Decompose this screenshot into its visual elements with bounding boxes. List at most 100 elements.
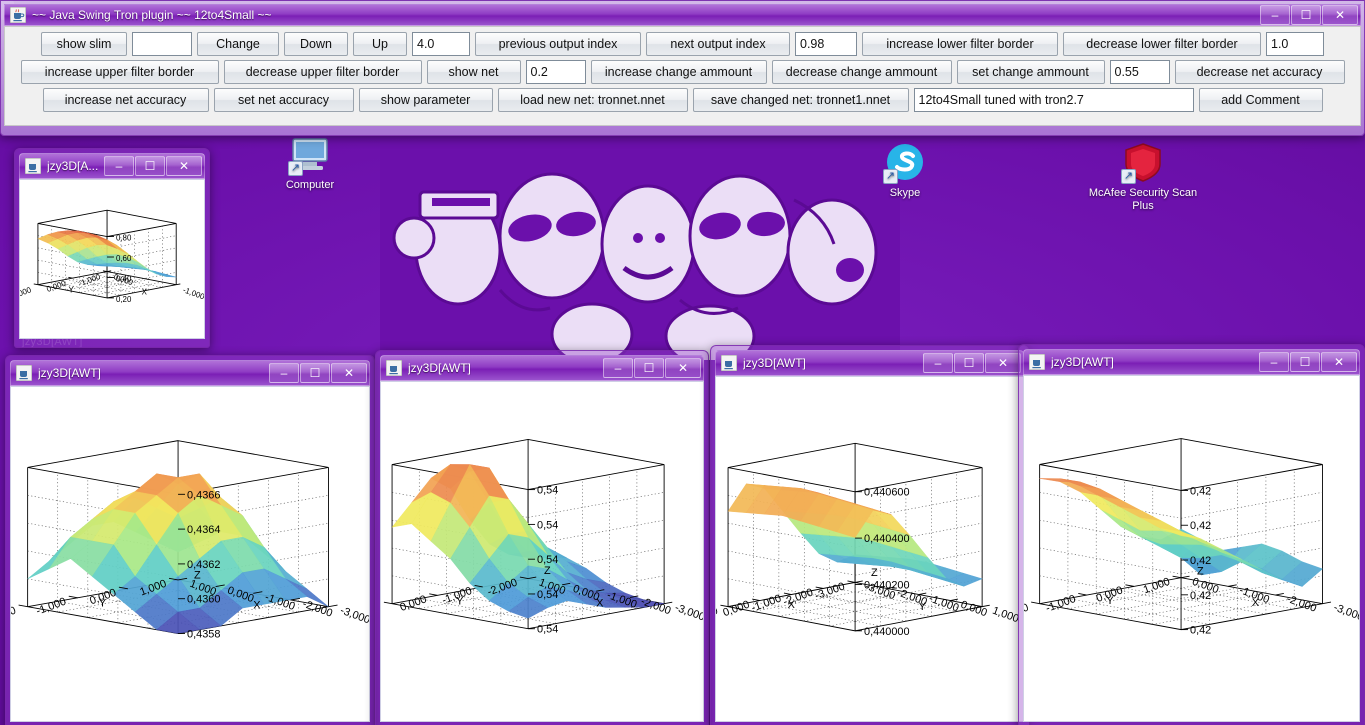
desktop-icon-label: Computer (285, 179, 335, 191)
close-button[interactable]: ✕ (1322, 5, 1358, 25)
window-controls[interactable]: – ☐ ✕ (1259, 352, 1357, 372)
minimize-button[interactable]: – (923, 353, 953, 373)
save-changed-net-button[interactable]: save changed net: tronnet1.nnet (692, 88, 909, 112)
close-button[interactable]: ✕ (985, 353, 1021, 373)
maximize-button[interactable]: ☐ (634, 358, 664, 378)
window-titlebar[interactable]: jzy3D[AWT] – ☐ ✕ (10, 360, 370, 386)
close-button[interactable]: ✕ (331, 363, 367, 383)
svg-text:X: X (253, 600, 261, 612)
maximize-button[interactable]: ☐ (300, 363, 330, 383)
computer-icon: ↗ (288, 132, 332, 176)
change-amount-field[interactable] (1109, 60, 1170, 84)
svg-text:0,440000: 0,440000 (864, 626, 910, 638)
increase-change-amount-button[interactable]: increase change ammount (590, 60, 767, 84)
next-output-index-button[interactable]: next output index (646, 32, 790, 56)
lower-filter-border-field[interactable] (1266, 32, 1324, 56)
svg-text:1,000: 1,000 (1142, 576, 1172, 597)
down-button[interactable]: Down (284, 32, 348, 56)
svg-text:-1,000: -1,000 (750, 593, 783, 615)
set-change-amount-button[interactable]: set change ammount (956, 60, 1105, 84)
load-new-net-button[interactable]: load new net: tronnet.nnet (497, 88, 688, 112)
chart-canvas-c[interactable]: 0,440600 0,440400 0,440200 0,440000 1,000 0,0… (715, 376, 1024, 722)
comment-field[interactable] (913, 88, 1194, 112)
set-net-accuracy-button[interactable]: set net accuracy (213, 88, 354, 112)
svg-text:0,000: 0,000 (959, 599, 989, 620)
output-index-field[interactable] (795, 32, 857, 56)
window-titlebar[interactable]: jzy3D[AWT] – ☐ ✕ (715, 350, 1024, 376)
desktop-icon-computer[interactable]: ↗ Computer (255, 132, 365, 192)
add-comment-button[interactable]: add Comment (1198, 88, 1323, 112)
minimize-button[interactable]: – (603, 358, 633, 378)
svg-text:0,80: 0,80 (116, 234, 132, 243)
skype-icon: ↗ (883, 140, 927, 184)
chart-canvas-d[interactable]: 0,42 0,42 0,42 0,42 0,42 -2,000 -1,000 0,000 1,0… (1023, 375, 1360, 722)
java-cup-icon (25, 158, 41, 174)
svg-text:0,54: 0,54 (537, 624, 558, 636)
window-controls[interactable]: – ☐ ✕ (269, 363, 367, 383)
svg-text:-3,000: -3,000 (673, 602, 703, 624)
chart-canvas-thumbnail[interactable]: 0,80 0,60 0,40 0,20 1,000 0,000 -1,000 -1,000 0,… (19, 179, 205, 339)
jzy3d-window-d[interactable]: jzy3D[AWT] – ☐ ✕ 0,42 0,42 0,42 0,42 0,42 -2,… (1018, 344, 1365, 725)
chart-canvas-a[interactable]: 0,4366 0,4364 0,4362 0,4360 0,4358 -2,000 -1,0… (10, 386, 370, 722)
java-swing-tron-plugin-window[interactable]: ~~ Java Swing Tron plugin ~~ 12to4Small … (0, 0, 1365, 136)
minimize-button[interactable]: – (1260, 5, 1290, 25)
increase-net-accuracy-button[interactable]: increase net accuracy (42, 88, 209, 112)
step-value-field[interactable] (412, 32, 470, 56)
chart-canvas-b[interactable]: 0,540,540,540,540,541,0000,000-1,000-2,0… (380, 381, 704, 722)
minimize-button[interactable]: – (1259, 352, 1289, 372)
svg-text:-1,000: -1,000 (182, 285, 204, 301)
window-titlebar[interactable]: jzy3D[AWT] – ☐ ✕ (1023, 349, 1360, 375)
window-titlebar[interactable]: jzy3D[AWT] – ☐ ✕ (380, 355, 704, 381)
show-slim-button[interactable]: show slim (41, 32, 127, 56)
window-title: jzy3D[AWT] (743, 356, 806, 370)
maximize-button[interactable]: ☐ (1290, 352, 1320, 372)
svg-text:Y: Y (99, 598, 107, 610)
desktop-icon-label: Skype (889, 187, 921, 199)
close-button[interactable]: ✕ (166, 156, 202, 176)
decrease-net-accuracy-button[interactable]: decrease net accuracy (1174, 60, 1345, 84)
show-net-button[interactable]: show net (426, 60, 521, 84)
window-titlebar[interactable]: jzy3D[A... – ☐ ✕ (19, 153, 205, 179)
maximize-button[interactable]: ☐ (954, 353, 984, 373)
window-controls[interactable]: – ☐ ✕ (923, 353, 1021, 373)
maximize-button[interactable]: ☐ (135, 156, 165, 176)
close-button[interactable]: ✕ (665, 358, 701, 378)
decrease-change-amount-button[interactable]: decrease change ammount (771, 60, 952, 84)
svg-text:0,440400: 0,440400 (864, 533, 910, 545)
change-button[interactable]: Change (197, 32, 279, 56)
app-window-controls[interactable]: – ☐ ✕ (1260, 5, 1358, 25)
app-titlebar[interactable]: ~~ Java Swing Tron plugin ~~ 12to4Small … (4, 4, 1361, 26)
minimize-button[interactable]: – (269, 363, 299, 383)
desktop-icon-label: McAfee Security Scan Plus (1088, 187, 1198, 212)
svg-text:0,000: 0,000 (398, 593, 428, 614)
jzy3d-window-a[interactable]: jzy3D[AWT] – ☐ ✕ 0,4366 0,4364 0,4362 0,436… (5, 355, 375, 725)
svg-text:-1,000: -1,000 (927, 593, 960, 615)
net-value-field[interactable] (525, 60, 586, 84)
app-title: ~~ Java Swing Tron plugin ~~ 12to4Small … (32, 8, 272, 22)
previous-output-index-button[interactable]: previous output index (475, 32, 641, 56)
decrease-upper-filter-border-button[interactable]: decrease upper filter border (223, 60, 422, 84)
close-button[interactable]: ✕ (1321, 352, 1357, 372)
show-parameter-button[interactable]: show parameter (358, 88, 493, 112)
jzy3d-window-b[interactable]: jzy3D[AWT] – ☐ ✕ 0,540,540,540,540,541,0… (375, 350, 709, 725)
up-button[interactable]: Up (353, 32, 407, 56)
window-controls[interactable]: – ☐ ✕ (104, 156, 202, 176)
svg-text:0,54: 0,54 (537, 485, 558, 497)
svg-text:-3,000: -3,000 (1332, 602, 1359, 624)
window-controls[interactable]: – ☐ ✕ (603, 358, 701, 378)
shortcut-arrow-icon: ↗ (1121, 169, 1136, 184)
desktop-icon-skype[interactable]: ↗ Skype (850, 140, 960, 200)
maximize-button[interactable]: ☐ (1291, 5, 1321, 25)
window-title: jzy3D[A... (47, 159, 98, 173)
jzy3d-window-c[interactable]: jzy3D[AWT] – ☐ ✕ 0,440600 0,440400 0,44020… (710, 345, 1029, 725)
svg-text:-1,000: -1,000 (35, 596, 68, 618)
jzy3d-window-thumbnail[interactable]: jzy3D[A... – ☐ ✕ 0,80 0,60 0,40 0,20 1,000 0,… (14, 148, 210, 348)
svg-text:0,4358: 0,4358 (187, 629, 220, 641)
desktop-icon-mcafee[interactable]: ↗ McAfee Security Scan Plus (1088, 140, 1198, 213)
slim-value-field[interactable] (132, 32, 192, 56)
increase-lower-filter-border-button[interactable]: increase lower filter border (862, 32, 1058, 56)
svg-text:1,000: 1,000 (716, 605, 719, 626)
decrease-lower-filter-border-button[interactable]: decrease lower filter border (1063, 32, 1261, 56)
minimize-button[interactable]: – (104, 156, 134, 176)
increase-upper-filter-border-button[interactable]: increase upper filter border (20, 60, 219, 84)
